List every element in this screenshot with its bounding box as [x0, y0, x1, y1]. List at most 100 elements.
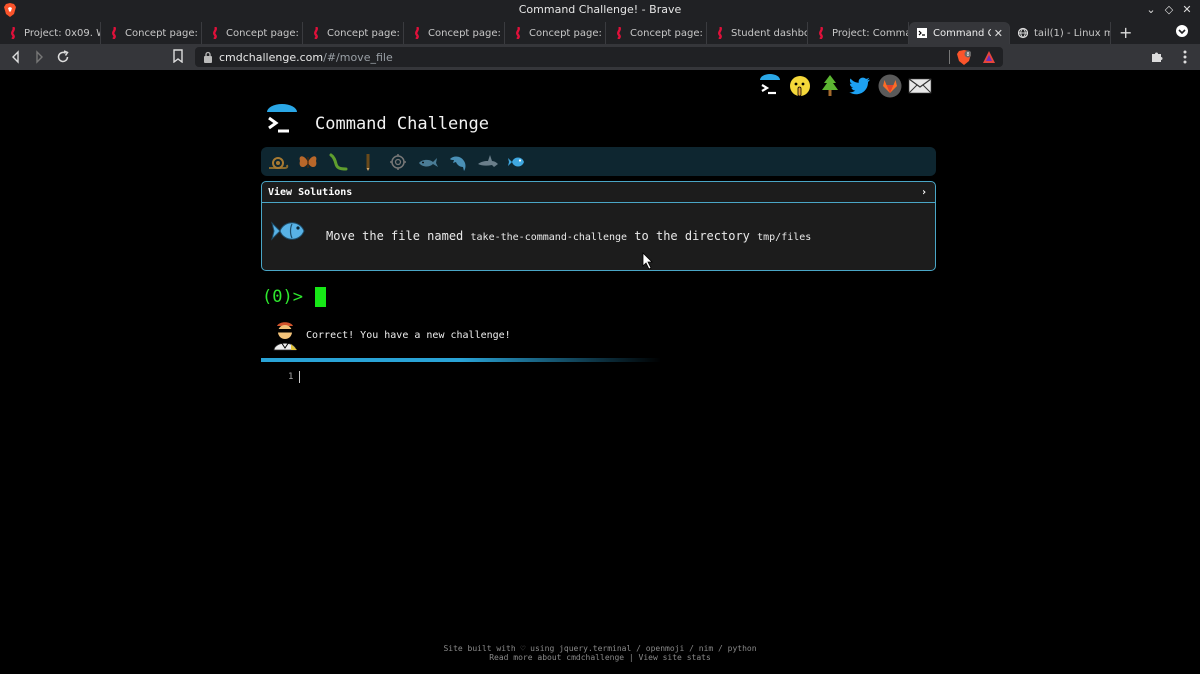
- challenge-card: View Solutions › Move the file named tak…: [261, 181, 936, 271]
- editor-line-number: 1: [288, 372, 294, 382]
- brave-rewards-icon[interactable]: [982, 50, 996, 64]
- holberton-favicon-icon: [414, 27, 420, 39]
- holberton-favicon-icon: [313, 27, 319, 39]
- feedback-message: Correct! You have a new challenge!: [306, 330, 511, 341]
- holberton-favicon-icon: [515, 27, 521, 39]
- tab[interactable]: Concept page: L: [505, 22, 606, 44]
- pencil-icon[interactable]: [357, 151, 379, 173]
- tab-label: tail(1) - Linux ma: [1034, 27, 1110, 39]
- challenge-description: Move the file named take-the-command-cha…: [326, 229, 811, 243]
- url-path: /#/move_file: [323, 51, 393, 64]
- view-solutions-header[interactable]: View Solutions ›: [262, 182, 935, 203]
- tab-label: Project: 0x09. W: [24, 27, 100, 39]
- holberton-favicon-icon: [10, 27, 16, 39]
- reload-icon[interactable]: [55, 49, 71, 65]
- lock-icon[interactable]: [203, 51, 213, 63]
- dolphin-icon[interactable]: [447, 151, 469, 173]
- url-text[interactable]: cmdchallenge.com/#/move_file: [219, 51, 393, 64]
- challenge-filename: take-the-command-challenge: [470, 232, 628, 243]
- level-bar: [261, 147, 936, 176]
- command-challenge-logo-icon: [267, 104, 297, 133]
- tab-list-icon[interactable]: [1176, 25, 1188, 37]
- forward-icon[interactable]: [31, 49, 47, 65]
- view-solutions-label: View Solutions: [268, 186, 353, 198]
- chevron-right-icon[interactable]: ›: [921, 187, 927, 198]
- progress-bar: [261, 358, 661, 362]
- terminal-prompt: (0)>: [262, 287, 303, 307]
- challenge-dirname: tmp/files: [757, 232, 812, 243]
- browser-toolbar: cmdchallenge.com/#/move_file 8: [0, 44, 1200, 70]
- footer-built-with: Site built with: [443, 644, 516, 653]
- holberton-favicon-icon: [111, 27, 117, 39]
- fish-icon: [271, 221, 305, 241]
- tab[interactable]: Project: 0x09. W: [0, 22, 101, 44]
- address-bar[interactable]: cmdchallenge.com/#/move_file 8: [195, 47, 1003, 67]
- tab[interactable]: Concept page: S: [606, 22, 707, 44]
- menu-icon[interactable]: [1183, 49, 1187, 65]
- lizard-icon[interactable]: [327, 151, 349, 173]
- url-host: cmdchallenge.com: [219, 51, 324, 64]
- shushing-face-icon[interactable]: [788, 74, 812, 98]
- heart-icon: ♡: [520, 644, 526, 653]
- mouse-pointer-icon: [642, 252, 653, 270]
- window-title: Command Challenge! - Brave: [518, 3, 682, 16]
- footer: Site built with ♡ using jquery.terminal …: [0, 644, 1200, 662]
- tab-label: Concept page: M: [226, 27, 302, 39]
- holberton-favicon-icon: [616, 27, 622, 39]
- shields-count: 8: [967, 52, 970, 58]
- challenge-text-before: Move the file named: [326, 229, 464, 243]
- footer-tools[interactable]: using jquery.terminal / openmoji / nim /…: [530, 644, 756, 653]
- globe-favicon-icon: [1018, 27, 1028, 39]
- tab[interactable]: Concept page: M: [202, 22, 303, 44]
- holberton-favicon-icon: [717, 27, 723, 39]
- tab-label: Project: Comma: [832, 27, 908, 39]
- tab[interactable]: Concept page: D: [101, 22, 202, 44]
- cmdchallenge-icon[interactable]: [758, 74, 782, 98]
- snail-icon[interactable]: [267, 151, 289, 173]
- close-window-icon[interactable]: ✕: [1180, 3, 1194, 16]
- tab-strip: Project: 0x09. W Concept page: D Concept…: [0, 20, 1200, 44]
- social-links: [758, 74, 932, 100]
- site-title: Command Challenge: [315, 114, 489, 134]
- new-tab-icon[interactable]: +: [1119, 23, 1132, 42]
- page-content: Command Challenge View Solutions › Move …: [0, 70, 1200, 674]
- brave-shields-icon[interactable]: 8: [957, 50, 971, 65]
- tab-label: Command Ch: [933, 27, 991, 39]
- twitter-icon[interactable]: [848, 74, 872, 98]
- gitlab-icon[interactable]: [878, 74, 902, 98]
- holberton-favicon-icon: [818, 27, 824, 39]
- footer-line-2[interactable]: Read more about cmdchallenge | View site…: [0, 653, 1200, 662]
- butterfly-icon[interactable]: [297, 151, 319, 173]
- tab[interactable]: Project: Comma: [808, 22, 909, 44]
- tree-icon[interactable]: [818, 74, 842, 98]
- tab[interactable]: tail(1) - Linux ma: [1010, 22, 1111, 44]
- maximize-icon[interactable]: ◇: [1162, 3, 1176, 16]
- settings-icon[interactable]: [387, 151, 409, 173]
- editor-caret[interactable]: [299, 371, 300, 383]
- address-bar-divider: [949, 50, 950, 64]
- hacker-avatar-icon: [273, 322, 297, 351]
- footer-line-1: Site built with ♡ using jquery.terminal …: [0, 644, 1200, 653]
- minimize-icon[interactable]: ⌄: [1144, 3, 1158, 16]
- email-icon[interactable]: [908, 74, 932, 98]
- tab-active[interactable]: Command Ch ✕: [909, 22, 1010, 44]
- whale-icon[interactable]: [417, 151, 439, 173]
- tab-label: Concept page: W: [327, 27, 403, 39]
- terminal-favicon-icon: [917, 28, 927, 38]
- shark-icon[interactable]: [477, 151, 499, 173]
- holberton-favicon-icon: [212, 27, 218, 39]
- challenge-text-middle: to the directory: [634, 229, 750, 243]
- tab[interactable]: Concept page: N: [404, 22, 505, 44]
- fish-icon[interactable]: [507, 151, 529, 173]
- tab-label: Concept page: N: [428, 27, 504, 39]
- extensions-icon[interactable]: [1151, 50, 1164, 63]
- close-tab-icon[interactable]: ✕: [994, 27, 1003, 40]
- terminal-input[interactable]: [315, 287, 326, 307]
- bookmark-icon[interactable]: [172, 49, 184, 63]
- tab-label: Concept page: S: [630, 27, 706, 39]
- tab[interactable]: Student dashbo: [707, 22, 808, 44]
- tab-label: Concept page: L: [529, 27, 605, 39]
- back-icon[interactable]: [8, 49, 24, 65]
- tab-label: Concept page: D: [125, 27, 201, 39]
- tab[interactable]: Concept page: W: [303, 22, 404, 44]
